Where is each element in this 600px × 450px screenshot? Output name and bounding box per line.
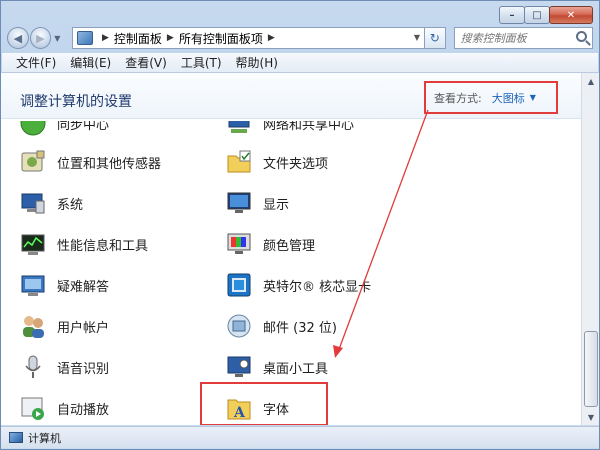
item-label: 性能信息和工具 xyxy=(57,238,149,254)
menu-edit[interactable]: 编辑(E) xyxy=(70,54,111,71)
scroll-thumb[interactable] xyxy=(584,331,598,407)
item-label: 桌面小工具 xyxy=(263,361,329,377)
search-box[interactable] xyxy=(453,27,594,49)
item-location-sensors[interactable]: 位置和其他传感器 xyxy=(19,146,161,178)
performance-icon xyxy=(19,230,47,258)
content-area: 调整计算机的设置 查看方式: 大图标 ▼ 同步中心 位置和其他传感器 系统 性能… xyxy=(1,73,581,425)
item-label: 自动播放 xyxy=(57,402,110,418)
system-icon xyxy=(19,189,47,217)
menu-help[interactable]: 帮助(H) xyxy=(236,54,278,71)
item-label: 系统 xyxy=(57,197,84,213)
item-label: 邮件 (32 位) xyxy=(263,320,337,336)
refresh-icon[interactable]: ↻ xyxy=(424,27,446,49)
back-arrow-icon[interactable]: ◀ xyxy=(7,27,29,49)
vertical-scrollbar[interactable]: ▲ ▼ xyxy=(581,73,599,425)
status-label: 计算机 xyxy=(28,431,61,445)
troubleshooting-icon xyxy=(19,271,47,299)
folder-options-icon xyxy=(225,148,253,176)
autoplay-icon xyxy=(19,394,47,422)
item-label: 语音识别 xyxy=(57,361,110,377)
display-icon xyxy=(225,189,253,217)
item-display[interactable]: 显示 xyxy=(225,187,289,219)
intel-graphics-icon xyxy=(225,271,253,299)
close-icon[interactable]: ✕ xyxy=(549,6,593,24)
menu-view[interactable]: 查看(V) xyxy=(125,54,167,71)
color-management-icon xyxy=(225,230,253,258)
item-label: 位置和其他传感器 xyxy=(57,156,162,172)
item-label: 文件夹选项 xyxy=(263,156,329,172)
item-label: 英特尔® 核芯显卡 xyxy=(263,279,372,295)
menu-bar: 文件(F) 编辑(E) 查看(V) 工具(T) 帮助(H) xyxy=(2,53,598,73)
item-troubleshooting[interactable]: 疑难解答 xyxy=(19,269,109,301)
item-speech-recognition[interactable]: 语音识别 xyxy=(19,351,109,383)
item-autoplay[interactable]: 自动播放 xyxy=(19,392,109,424)
minimize-icon[interactable]: – xyxy=(499,6,525,24)
fonts-highlight-box xyxy=(200,382,328,425)
chevron-right-icon[interactable]: ▶ xyxy=(167,33,174,43)
desktop-gadgets-icon xyxy=(225,353,253,381)
forward-arrow-icon[interactable]: ▶ xyxy=(29,27,52,49)
menu-file[interactable]: 文件(F) xyxy=(16,54,56,71)
chevron-right-icon[interactable]: ▶ xyxy=(102,33,109,43)
view-by-control[interactable]: 查看方式: 大图标 ▼ xyxy=(424,81,558,114)
chevron-down-icon[interactable]: ▼ xyxy=(530,93,536,102)
mail-icon xyxy=(225,312,253,340)
control-panel-icon xyxy=(76,31,93,45)
status-bar: 计算机 xyxy=(1,426,599,448)
breadcrumb-control-panel[interactable]: 控制面板 xyxy=(114,30,162,47)
search-icon[interactable] xyxy=(576,31,588,42)
address-dropdown-icon[interactable]: ▼ xyxy=(414,33,420,42)
item-label: 用户帐户 xyxy=(57,320,110,336)
view-by-dropdown[interactable]: 大图标 xyxy=(492,90,525,106)
scroll-down-icon[interactable]: ▼ xyxy=(583,409,599,425)
item-desktop-gadgets[interactable]: 桌面小工具 xyxy=(225,351,328,383)
item-label: 颜色管理 xyxy=(263,238,316,254)
item-color-management[interactable]: 颜色管理 xyxy=(225,228,315,260)
search-input[interactable] xyxy=(460,31,579,45)
item-user-accounts[interactable]: 用户帐户 xyxy=(19,310,109,342)
item-label: 显示 xyxy=(263,197,290,213)
item-performance[interactable]: 性能信息和工具 xyxy=(19,228,148,260)
breadcrumb-all-items[interactable]: 所有控制面板项 xyxy=(179,30,263,47)
chevron-right-icon[interactable]: ▶ xyxy=(268,33,275,43)
address-bar[interactable]: ▶ 控制面板 ▶ 所有控制面板项 ▶ ▼ xyxy=(71,27,426,49)
item-folder-options[interactable]: 文件夹选项 xyxy=(225,146,328,178)
microphone-icon xyxy=(19,353,47,381)
location-sensor-icon xyxy=(19,148,47,176)
item-label: 疑难解答 xyxy=(57,279,110,295)
maximize-icon[interactable]: □ xyxy=(524,6,550,24)
caption-buttons: – □ ✕ xyxy=(499,6,593,24)
navigation-bar: ◀ ▶ ▼ ▶ 控制面板 ▶ 所有控制面板项 ▶ ▼ ↻ xyxy=(7,27,594,49)
item-intel-graphics[interactable]: 英特尔® 核芯显卡 xyxy=(225,269,371,301)
user-accounts-icon xyxy=(19,312,47,340)
scroll-up-icon[interactable]: ▲ xyxy=(583,73,599,89)
menu-tools[interactable]: 工具(T) xyxy=(181,54,222,71)
content-header: 调整计算机的设置 查看方式: 大图标 ▼ xyxy=(1,73,581,119)
page-title: 调整计算机的设置 xyxy=(20,94,132,110)
computer-icon xyxy=(9,432,23,443)
history-dropdown-icon[interactable]: ▼ xyxy=(54,34,66,43)
item-mail[interactable]: 邮件 (32 位) xyxy=(225,310,337,342)
view-by-label: 查看方式: xyxy=(434,91,482,105)
item-system[interactable]: 系统 xyxy=(19,187,83,219)
